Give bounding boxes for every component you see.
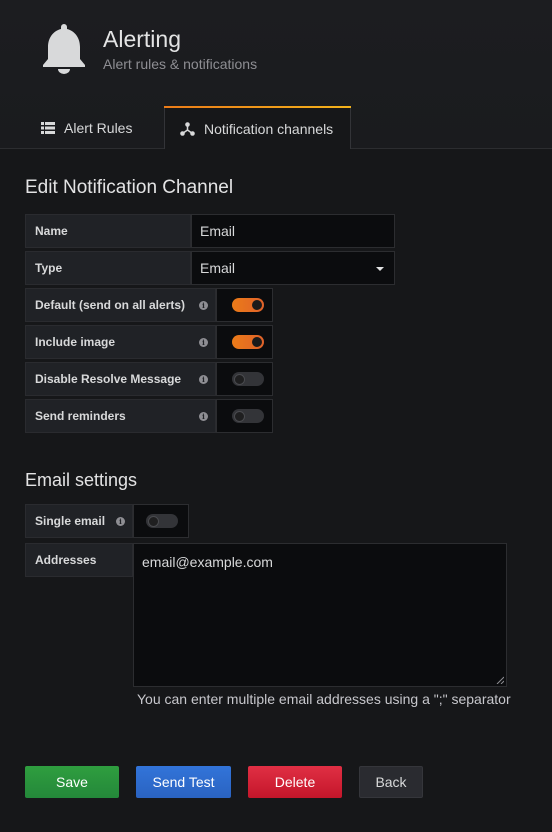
type-select[interactable]: Email — [191, 251, 395, 285]
toggle-label-text: Send reminders — [35, 409, 126, 423]
tab-alert-rules[interactable]: Alert Rules — [27, 108, 146, 148]
addresses-value: email@example.com — [142, 554, 273, 570]
send-test-button[interactable]: Send Test — [136, 766, 231, 798]
delete-button[interactable]: Delete — [248, 766, 342, 798]
name-label: Name — [25, 214, 191, 248]
info-icon[interactable]: i — [199, 375, 208, 384]
default-switch[interactable] — [216, 288, 273, 322]
info-icon[interactable]: i — [199, 338, 208, 347]
switch-track — [232, 409, 264, 423]
toggle-label: Send reminders i — [25, 399, 216, 433]
toggle-label-text: Disable Resolve Message — [35, 372, 182, 386]
toggle-row-disable-resolve: Disable Resolve Message i — [25, 362, 273, 396]
addresses-label: Addresses — [25, 543, 133, 577]
switch-track — [232, 298, 264, 312]
toggle-row-include-image: Include image i — [25, 325, 273, 359]
type-label: Type — [25, 251, 191, 285]
page-subtitle: Alert rules & notifications — [103, 56, 258, 72]
toggle-row-default: Default (send on all alerts) i — [25, 288, 273, 322]
name-row: Name Email — [25, 214, 395, 248]
share-nodes-icon — [180, 121, 195, 136]
form-heading: Edit Notification Channel — [25, 177, 234, 198]
single-email-label-text: Single email — [35, 514, 106, 528]
disable-resolve-switch[interactable] — [216, 362, 273, 396]
switch-track — [232, 335, 264, 349]
caret-down-icon — [376, 267, 384, 271]
single-email-switch[interactable] — [133, 504, 189, 538]
toggle-label-text: Include image — [35, 335, 116, 349]
page-title: Alerting — [103, 26, 181, 52]
toggle-label: Include image i — [25, 325, 216, 359]
page-header: Alerting Alert rules & notifications Ale… — [0, 0, 552, 149]
toggle-label: Disable Resolve Message i — [25, 362, 216, 396]
type-select-value: Email — [200, 260, 236, 276]
switch-track — [232, 372, 264, 386]
list-icon — [41, 122, 55, 134]
save-button[interactable]: Save — [25, 766, 119, 798]
include-image-switch[interactable] — [216, 325, 273, 359]
info-icon[interactable]: i — [116, 517, 125, 526]
single-email-label: Single email i — [25, 504, 133, 538]
toggle-row-send-reminders: Send reminders i — [25, 399, 273, 433]
type-row: Type Email — [25, 251, 395, 285]
toggle-label: Default (send on all alerts) i — [25, 288, 216, 322]
back-button[interactable]: Back — [359, 766, 423, 798]
tab-alert-rules-label: Alert Rules — [64, 120, 133, 136]
name-input[interactable]: Email — [191, 214, 395, 248]
email-settings-heading: Email settings — [25, 470, 138, 490]
addresses-textarea[interactable]: email@example.com — [133, 543, 507, 687]
send-reminders-switch[interactable] — [216, 399, 273, 433]
tab-notification-channels-label: Notification channels — [204, 120, 334, 137]
tab-notification-channels[interactable]: Notification channels — [164, 106, 351, 149]
bell-icon — [43, 24, 85, 74]
resize-handle-icon[interactable] — [496, 676, 504, 684]
toggle-label-text: Default (send on all alerts) — [35, 298, 186, 312]
info-icon[interactable]: i — [199, 412, 208, 421]
addresses-hint: You can enter multiple email addresses u… — [137, 691, 511, 707]
switch-track — [146, 514, 178, 528]
single-email-row: Single email i — [25, 504, 189, 538]
info-icon[interactable]: i — [199, 301, 208, 310]
